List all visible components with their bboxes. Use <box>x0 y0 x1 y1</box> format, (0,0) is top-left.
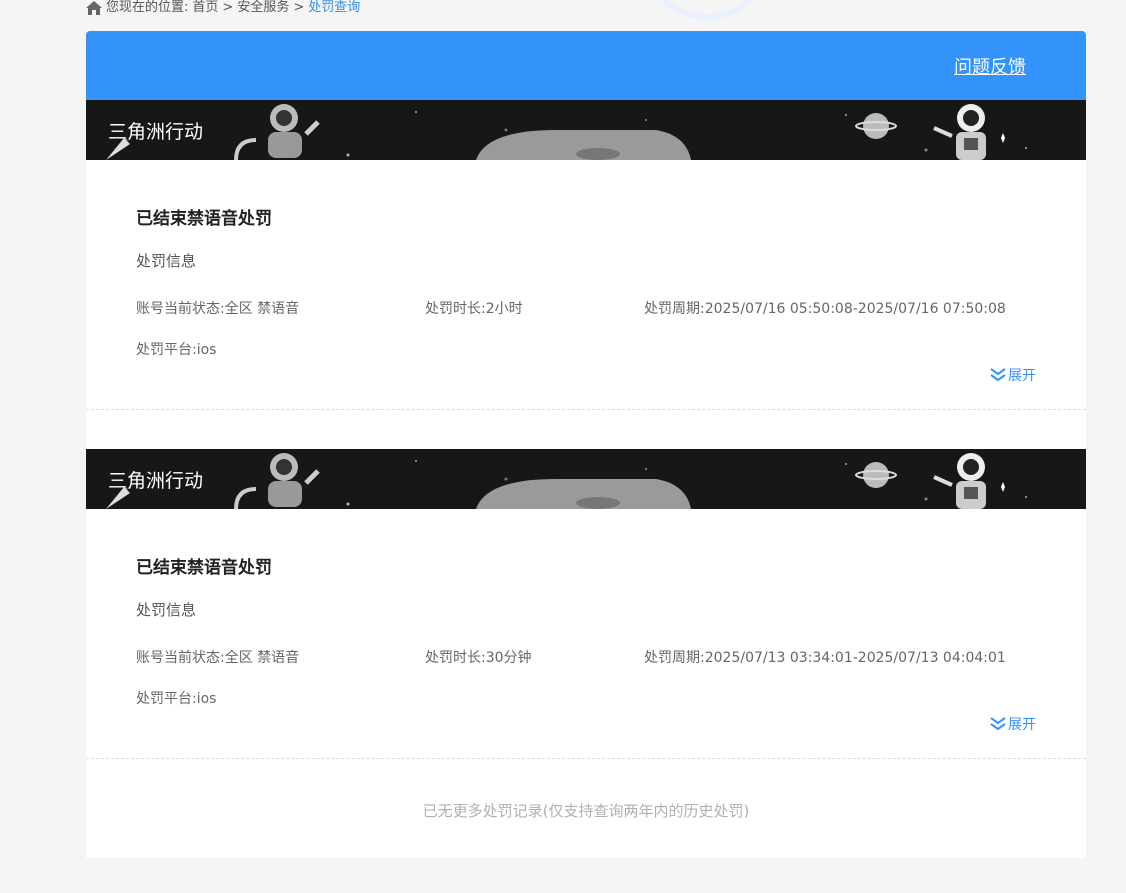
expand-button[interactable]: 展开 <box>990 714 1036 734</box>
panel-header: 问题反馈 <box>86 31 1086 100</box>
double-chevron-down-icon <box>990 717 1006 731</box>
divider <box>86 758 1086 759</box>
penalty-platform-label: 处罚平台: <box>136 342 197 358</box>
section-label: 处罚信息 <box>136 601 197 619</box>
penalty-duration-label: 处罚时长: <box>425 301 486 317</box>
spacer <box>86 410 1086 449</box>
expand-button[interactable]: 展开 <box>990 365 1036 385</box>
account-status: 账号当前状态:全区 禁语音 <box>136 298 299 318</box>
penalty-period: 处罚周期:2025/07/13 03:34:01-2025/07/13 04:0… <box>644 647 1006 667</box>
breadcrumb: 您现在的位置: 首页 > 安全服务 > 处罚查询 <box>86 0 360 16</box>
penalty-period-label: 处罚周期: <box>644 650 705 666</box>
penalty-duration-value: 30分钟 <box>485 650 532 666</box>
space-banner-art <box>106 453 1027 509</box>
double-chevron-down-icon <box>990 368 1006 382</box>
account-status-label: 账号当前状态: <box>136 650 225 666</box>
game-banner: 三角洲行动 <box>86 449 1086 509</box>
penalty-platform: 处罚平台:ios <box>136 339 216 359</box>
header-decoration <box>632 0 782 20</box>
account-status: 账号当前状态:全区 禁语音 <box>136 647 299 667</box>
expand-label: 展开 <box>1008 368 1036 384</box>
breadcrumb-home[interactable]: 首页 <box>192 0 218 16</box>
record-title: 已结束禁语音处罚 <box>136 209 272 229</box>
home-icon <box>86 1 102 15</box>
penalty-platform-label: 处罚平台: <box>136 691 197 707</box>
breadcrumb-prefix: 您现在的位置: <box>106 0 189 15</box>
game-title: 三角洲行动 <box>108 121 204 143</box>
penalty-platform-value: ios <box>196 342 217 358</box>
penalty-duration-value: 2小时 <box>485 301 523 317</box>
breadcrumb-current: 处罚查询 <box>308 0 361 15</box>
account-status-label: 账号当前状态: <box>136 301 225 317</box>
penalty-panel: 问题反馈 三角洲行动 已结束禁语音处罚 处罚信息 账号当前状态:全区 禁语音 处… <box>86 31 1086 858</box>
game-banner: 三角洲行动 <box>86 100 1086 160</box>
penalty-period-label: 处罚周期: <box>644 301 705 317</box>
no-more-records: 已无更多处罚记录(仅支持查询两年内的历史处罚) <box>422 802 750 820</box>
feedback-link[interactable]: 问题反馈 <box>954 53 1026 79</box>
penalty-period-value: 2025/07/13 03:34:01-2025/07/13 04:04:01 <box>704 650 1006 666</box>
game-title: 三角洲行动 <box>108 470 204 492</box>
account-status-value: 全区 禁语音 <box>224 650 300 666</box>
breadcrumb-service[interactable]: 安全服务 <box>237 0 289 16</box>
penalty-duration: 处罚时长:30分钟 <box>425 647 532 667</box>
record-card: 已结束禁语音处罚 处罚信息 账号当前状态:全区 禁语音 处罚时长:2小时 处罚周… <box>86 160 1086 409</box>
record-title: 已结束禁语音处罚 <box>136 558 272 578</box>
penalty-record: 三角洲行动 已结束禁语音处罚 处罚信息 账号当前状态:全区 禁语音 处罚时长:3… <box>86 449 1086 759</box>
penalty-period: 处罚周期:2025/07/16 05:50:08-2025/07/16 07:5… <box>644 298 1006 318</box>
account-status-value: 全区 禁语音 <box>224 301 300 317</box>
breadcrumb-separator: > <box>293 0 305 15</box>
penalty-record: 三角洲行动 已结束禁语音处罚 处罚信息 账号当前状态:全区 禁语音 处罚时长:2… <box>86 100 1086 449</box>
breadcrumb-separator: > <box>222 0 234 15</box>
space-banner-art <box>106 104 1027 160</box>
penalty-duration-label: 处罚时长: <box>425 650 486 666</box>
penalty-period-value: 2025/07/16 05:50:08-2025/07/16 07:50:08 <box>704 301 1006 317</box>
expand-label: 展开 <box>1008 717 1036 733</box>
penalty-platform-value: ios <box>196 691 217 707</box>
penalty-platform: 处罚平台:ios <box>136 688 216 708</box>
section-label: 处罚信息 <box>136 252 197 270</box>
record-card: 已结束禁语音处罚 处罚信息 账号当前状态:全区 禁语音 处罚时长:30分钟 处罚… <box>86 509 1086 758</box>
penalty-duration: 处罚时长:2小时 <box>425 298 523 318</box>
